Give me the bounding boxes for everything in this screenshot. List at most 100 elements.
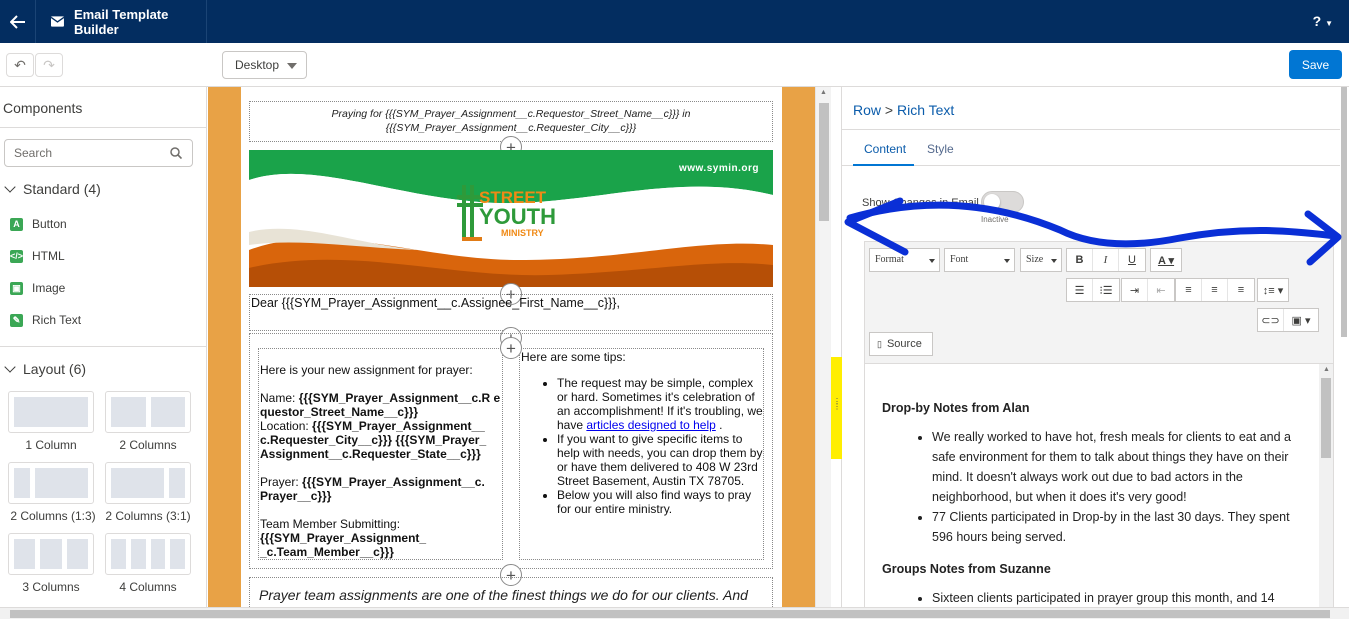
email-body: Praying for {{{SYM_Prayer_Assignment__c.… bbox=[241, 87, 782, 607]
insert-group: ⊂⊃ ▣ ▾ bbox=[1257, 308, 1319, 332]
layout-2-columns-1-3[interactable] bbox=[8, 462, 94, 504]
link-icon[interactable]: ⊂⊃ bbox=[1258, 309, 1284, 331]
button-component-icon: A bbox=[10, 217, 23, 231]
tab-style[interactable]: Style bbox=[927, 142, 954, 156]
location-label: Location: bbox=[260, 419, 309, 433]
left-column[interactable]: Here is your new assignment for prayer: … bbox=[258, 348, 503, 560]
breadcrumb-row[interactable]: Row bbox=[853, 102, 881, 118]
editor-scrollbar[interactable]: ▲ bbox=[1319, 364, 1333, 608]
undo-button[interactable]: ↶ bbox=[6, 53, 34, 77]
layout-label: 1 Column bbox=[25, 438, 77, 452]
font-dropdown[interactable]: Font bbox=[944, 248, 1015, 272]
tip-item: Below you will also find ways to pray fo… bbox=[557, 488, 763, 516]
component-html[interactable]: </> HTML bbox=[10, 249, 65, 263]
horizontal-scrollbar[interactable] bbox=[0, 607, 1349, 619]
font-label: Font bbox=[950, 254, 969, 265]
size-label: Size bbox=[1026, 254, 1044, 265]
horizontal-scroll-thumb[interactable] bbox=[10, 610, 1330, 618]
format-label: Format bbox=[875, 254, 904, 265]
plus-icon: + bbox=[506, 338, 516, 358]
format-dropdown[interactable]: Format bbox=[869, 248, 940, 272]
articles-link[interactable]: articles designed to help bbox=[586, 418, 715, 432]
caret-down-icon bbox=[1004, 259, 1010, 263]
component-rich-text[interactable]: ✎ Rich Text bbox=[10, 313, 81, 327]
line-height-icon[interactable]: ↕≡ ▾ bbox=[1258, 279, 1288, 301]
help-label: ? bbox=[1312, 13, 1322, 29]
breadcrumb-current: Rich Text bbox=[896, 102, 955, 118]
list-item: Sixteen clients participated in prayer g… bbox=[932, 588, 1293, 608]
bulleted-list-icon[interactable]: ⁝☰ bbox=[1093, 279, 1119, 301]
street-youth-logo: STREET YOUTH MINISTRY bbox=[457, 183, 569, 245]
layout-label: 3 Columns bbox=[22, 580, 80, 594]
align-center-icon[interactable]: ≡ bbox=[1202, 279, 1228, 301]
align-right-icon[interactable]: ≡ bbox=[1228, 279, 1254, 301]
code-file-icon: ▯ bbox=[877, 338, 882, 349]
text-color-icon[interactable]: A ▾ bbox=[1151, 249, 1181, 271]
section-heading: Drop-by Notes from Alan bbox=[882, 401, 1030, 415]
component-label: HTML bbox=[32, 249, 65, 263]
indent-icon[interactable]: ⇥ bbox=[1122, 279, 1148, 301]
component-button[interactable]: A Button bbox=[10, 217, 67, 231]
banner-image[interactable]: www.symin.org STREET YOUTH MINISTRY bbox=[249, 150, 773, 287]
numbered-list-icon[interactable]: ☰ bbox=[1067, 279, 1093, 301]
redo-button[interactable]: ↷ bbox=[35, 53, 63, 77]
component-label: Rich Text bbox=[32, 313, 82, 327]
editor-scroll-thumb[interactable] bbox=[1321, 378, 1331, 458]
right-column-text: Here are some tips: The request may be s… bbox=[520, 349, 763, 516]
caret-down-icon bbox=[929, 259, 935, 263]
search-input[interactable]: Search bbox=[4, 139, 193, 167]
component-image[interactable]: ▣ Image bbox=[10, 281, 65, 295]
standard-section-toggle[interactable]: Standard (4) bbox=[4, 181, 101, 197]
splitter-handle[interactable]: ⋮ ⋮ bbox=[831, 357, 842, 459]
greeting-block[interactable]: Dear {{{SYM_Prayer_Assignment__c.Assigne… bbox=[249, 294, 773, 331]
outdent-icon[interactable]: ⇤ bbox=[1148, 279, 1174, 301]
back-button[interactable] bbox=[0, 0, 36, 43]
add-block-button[interactable]: + bbox=[500, 337, 522, 359]
name-label: Name: bbox=[260, 391, 296, 405]
layout-2-columns[interactable] bbox=[105, 391, 191, 433]
layout-4-columns[interactable] bbox=[105, 533, 191, 575]
source-button[interactable]: ▯ Source bbox=[869, 332, 933, 356]
scroll-up-icon: ▲ bbox=[1323, 366, 1330, 373]
section-list: Sixteen clients participated in prayer g… bbox=[882, 588, 1293, 608]
footer-text: Prayer team assignments are one of the f… bbox=[259, 587, 748, 603]
editor-content[interactable]: Drop-by Notes from Alan We really worked… bbox=[865, 364, 1333, 608]
indent-group: ⇥ ⇤ bbox=[1121, 278, 1175, 302]
layout-section-toggle[interactable]: Layout (6) bbox=[4, 361, 86, 377]
tip-item: If you want to give specific items to he… bbox=[557, 432, 763, 488]
layout-2-columns-3-1[interactable] bbox=[105, 462, 191, 504]
tab-content[interactable]: Content bbox=[864, 142, 906, 156]
panel-scroll-thumb[interactable] bbox=[1341, 87, 1347, 337]
component-label: Image bbox=[32, 281, 66, 295]
right-column[interactable]: Here are some tips: The request may be s… bbox=[519, 348, 764, 560]
device-select[interactable]: Desktop bbox=[222, 51, 307, 79]
preheader-line-1: Praying for {{{SYM_Prayer_Assignment__c.… bbox=[331, 108, 691, 120]
align-left-icon[interactable]: ≡ bbox=[1176, 279, 1202, 301]
properties-tabs: Content Style bbox=[842, 129, 1340, 166]
canvas-scrollbar[interactable]: ▲ bbox=[815, 87, 831, 607]
size-dropdown[interactable]: Size bbox=[1020, 248, 1062, 272]
bold-icon[interactable]: B bbox=[1067, 249, 1093, 271]
banner-url: www.symin.org bbox=[678, 163, 759, 174]
text-style-group: B I U bbox=[1066, 248, 1146, 272]
text-color-group: A ▾ bbox=[1150, 248, 1182, 272]
underline-icon[interactable]: U bbox=[1119, 249, 1145, 271]
show-changes-toggle[interactable] bbox=[981, 191, 1024, 213]
save-button[interactable]: Save bbox=[1289, 50, 1342, 79]
canvas-scroll-thumb[interactable] bbox=[819, 103, 829, 221]
prayer-row: Prayer: {{{SYM_Prayer_Assignment__c. Pra… bbox=[260, 475, 502, 503]
code-icon: </> bbox=[10, 249, 24, 263]
image-insert-icon[interactable]: ▣ ▾ bbox=[1284, 309, 1318, 331]
help-menu[interactable]: ? ▼ bbox=[1313, 13, 1333, 29]
prayer-label: Prayer: bbox=[260, 475, 299, 489]
footer-text-block[interactable]: Prayer team assignments are one of the f… bbox=[249, 577, 773, 607]
panel-scrollbar[interactable] bbox=[1340, 87, 1349, 607]
italic-icon[interactable]: I bbox=[1093, 249, 1119, 271]
layout-1-column[interactable] bbox=[8, 391, 94, 433]
layout-3-columns[interactable] bbox=[8, 533, 94, 575]
standard-section-label: Standard (4) bbox=[23, 181, 101, 197]
editor-toolbar: Format Font Size B I U A ▾ ☰ ⁝☰ ⇥ ⇤ ≡ ≡ bbox=[865, 242, 1333, 364]
panel-splitter[interactable]: ⋮ ⋮ bbox=[831, 87, 842, 607]
tip-end: . bbox=[719, 418, 723, 432]
layout-label: 2 Columns (1:3) bbox=[10, 509, 96, 523]
